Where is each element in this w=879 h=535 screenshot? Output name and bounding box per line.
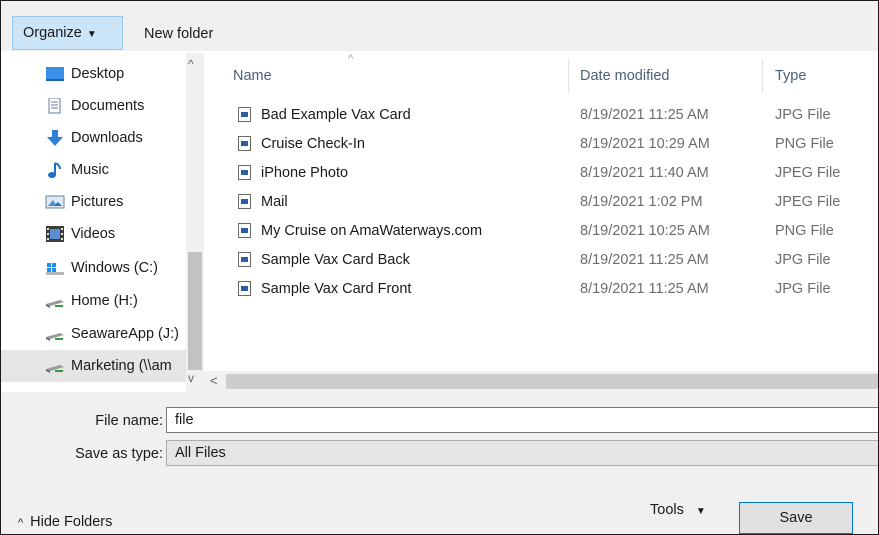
file-type: JPEG File <box>775 165 841 181</box>
nav-item-label: Downloads <box>71 130 143 146</box>
nav-item-label: Pictures <box>71 194 124 210</box>
file-name: My Cruise on AmaWaterways.com <box>261 223 483 239</box>
file-date: 8/19/2021 11:25 AM <box>580 281 709 297</box>
nav-item-desktop[interactable]: Desktop <box>1 58 186 90</box>
image-file-icon <box>238 165 251 180</box>
nav-item-documents[interactable]: Documents <box>1 90 186 122</box>
organize-label: Organize <box>23 25 82 41</box>
file-type: JPG File <box>775 281 831 297</box>
image-file-icon <box>238 136 251 151</box>
navigation-pane: Desktop Documents Downloads Music Pictur… <box>1 53 204 392</box>
scroll-up-icon[interactable]: ^ <box>188 57 194 71</box>
save-as-type-label: Save as type: <box>75 446 163 462</box>
save-dialog: Organize ▼ New folder Desktop Documents D… <box>0 0 879 535</box>
nav-item-music[interactable]: Music <box>1 154 186 186</box>
documents-icon <box>48 98 61 114</box>
file-name-label: File name: <box>95 413 163 429</box>
network-drive-icon <box>46 300 64 308</box>
column-header-type[interactable]: Type <box>775 64 806 88</box>
file-row[interactable]: Sample Vax Card Front 8/19/2021 11:25 AM… <box>204 275 878 304</box>
sort-ascending-icon: ^ <box>348 53 354 65</box>
file-row[interactable]: Bad Example Vax Card 8/19/2021 11:25 AM … <box>204 101 878 130</box>
file-name: Sample Vax Card Back <box>261 252 410 268</box>
scroll-left-icon[interactable]: < <box>210 373 218 388</box>
nav-item-label: Desktop <box>71 66 125 82</box>
nav-scrollbar[interactable]: ^ v <box>186 53 204 392</box>
image-file-icon <box>238 252 251 267</box>
file-name: Sample Vax Card Front <box>261 281 412 297</box>
scroll-down-icon[interactable]: v <box>188 371 194 385</box>
caret-down-icon: ▼ <box>695 506 706 517</box>
nav-scroll-thumb[interactable] <box>188 252 202 370</box>
file-date: 8/19/2021 10:29 AM <box>580 136 710 152</box>
chevron-up-icon: ^ <box>18 517 24 529</box>
desktop-icon <box>46 67 64 81</box>
save-button[interactable]: Save <box>739 502 853 534</box>
column-divider[interactable] <box>762 59 763 93</box>
image-file-icon <box>238 281 251 296</box>
file-row[interactable]: iPhone Photo 8/19/2021 11:40 AM JPEG Fil… <box>204 159 878 188</box>
new-folder-button[interactable]: New folder <box>134 18 223 52</box>
nav-item-label: SeawareApp (J:) <box>71 326 179 342</box>
file-type: JPG File <box>775 252 831 268</box>
tools-button[interactable]: Tools ▼ <box>650 502 706 518</box>
file-date: 8/19/2021 11:25 AM <box>580 252 709 268</box>
column-header-name[interactable]: Name <box>233 64 272 88</box>
nav-item-label: Videos <box>71 226 116 242</box>
network-drive-icon <box>46 333 64 341</box>
column-divider[interactable] <box>568 59 569 93</box>
downloads-icon <box>47 130 63 146</box>
file-type: PNG File <box>775 136 834 152</box>
music-icon <box>48 162 61 178</box>
nav-item-downloads[interactable]: Downloads <box>1 122 186 154</box>
hide-folders-button[interactable]: ^ Hide Folders <box>18 514 112 530</box>
organize-button[interactable]: Organize ▼ <box>12 16 123 50</box>
file-list-pane: ^ Name Date modified Type Bad Example Va… <box>204 53 878 392</box>
windows-drive-icon <box>46 263 64 275</box>
nav-item-label: Home (H:) <box>71 293 138 309</box>
horizontal-scroll-thumb[interactable] <box>226 374 878 389</box>
image-file-icon <box>238 107 251 122</box>
caret-down-icon: ▼ <box>86 29 97 40</box>
file-row[interactable]: My Cruise on AmaWaterways.com 8/19/2021 … <box>204 217 878 246</box>
save-form: File name: Save as type: All Files ^ Hide… <box>1 392 878 534</box>
nav-item-seawareapp-j[interactable]: SeawareApp (J:) <box>1 318 186 350</box>
file-date: 8/19/2021 11:40 AM <box>580 165 709 181</box>
nav-item-label: Marketing (\\am <box>71 358 172 374</box>
tools-label: Tools <box>650 502 684 518</box>
save-as-type-select[interactable]: All Files <box>166 440 878 466</box>
file-date: 8/19/2021 1:02 PM <box>580 194 703 210</box>
file-name: Bad Example Vax Card <box>261 107 411 123</box>
pictures-icon <box>45 195 65 209</box>
file-name: Mail <box>261 194 288 210</box>
file-name: Cruise Check-In <box>261 136 365 152</box>
nav-item-label: Windows (C:) <box>71 260 159 276</box>
file-type: JPG File <box>775 107 831 123</box>
column-header-date-modified[interactable]: Date modified <box>580 64 669 88</box>
hide-folders-label: Hide Folders <box>30 514 113 530</box>
horizontal-scrollbar[interactable]: < <box>204 371 878 392</box>
toolbar: Organize ▼ New folder <box>1 1 878 51</box>
file-date: 8/19/2021 11:25 AM <box>580 107 709 123</box>
nav-item-home-h[interactable]: Home (H:) <box>1 285 186 317</box>
nav-item-label: Documents <box>71 98 145 114</box>
image-file-icon <box>238 194 251 209</box>
file-type: PNG File <box>775 223 834 239</box>
file-name: iPhone Photo <box>261 165 349 181</box>
file-date: 8/19/2021 10:25 AM <box>580 223 710 239</box>
videos-icon <box>46 226 64 242</box>
nav-item-videos[interactable]: Videos <box>1 218 186 250</box>
nav-item-marketing[interactable]: Marketing (\\am <box>1 350 186 382</box>
nav-item-pictures[interactable]: Pictures <box>1 186 186 218</box>
network-drive-icon <box>46 365 64 373</box>
file-name-input[interactable] <box>166 407 878 433</box>
file-type: JPEG File <box>775 194 841 210</box>
nav-item-windows-c[interactable]: Windows (C:) <box>1 252 186 284</box>
file-row[interactable]: Mail 8/19/2021 1:02 PM JPEG File <box>204 188 878 217</box>
file-row[interactable]: Sample Vax Card Back 8/19/2021 11:25 AM … <box>204 246 878 275</box>
file-row[interactable]: Cruise Check-In 8/19/2021 10:29 AM PNG F… <box>204 130 878 159</box>
nav-item-label: Music <box>71 162 109 178</box>
image-file-icon <box>238 223 251 238</box>
